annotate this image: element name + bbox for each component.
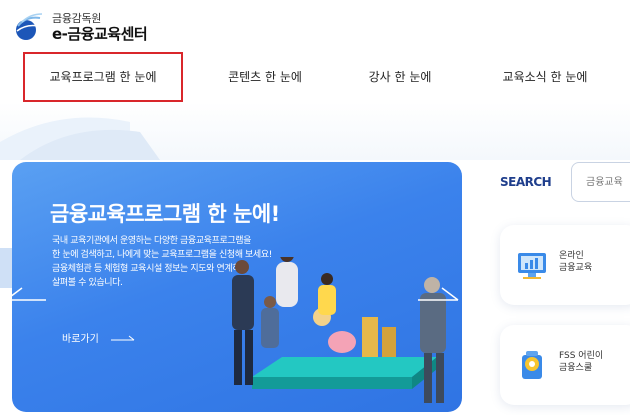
slider-next-icon[interactable] (416, 270, 462, 314)
hero-title: 금융교육프로그램 한 눈에! (50, 202, 280, 226)
fss-logo-icon (16, 13, 43, 40)
search-input[interactable] (586, 163, 630, 201)
card-online-education[interactable]: 온라인 금융교육 (500, 225, 630, 305)
nav-item-label: 교육프로그램 한 눈에 (49, 70, 157, 84)
monitor-chart-icon (518, 253, 546, 279)
nav-item-label: 콘텐츠 한 눈에 (228, 70, 302, 84)
hero-banner: 금융교육프로그램 한 눈에! 국내 교육기관에서 운영하는 다양한 금융교육프로… (12, 162, 462, 412)
card-label: 온라인 금융교육 (559, 250, 592, 274)
hero-desc-line: 국내 교육기관에서 운영하는 다양한 금융교육프로그램을 (52, 236, 251, 246)
go-to-label: 바로가기 (62, 334, 99, 345)
search-label: SEARCH (500, 175, 552, 189)
nav-item-news[interactable]: 교육소식 한 눈에 (480, 52, 610, 102)
main-nav: 교육프로그램 한 눈에 콘텐츠 한 눈에 강사 한 눈에 교육소식 한 눈에 (0, 52, 630, 102)
card-label: FSS 어린이 금융스쿨 (559, 350, 603, 374)
go-to-button[interactable]: 바로가기 (62, 330, 135, 345)
header: 금융감독원 e-금융교육센터 (0, 0, 630, 50)
wave-decoration (0, 117, 160, 160)
logo-title: e-금융교육센터 (52, 25, 148, 43)
logo[interactable]: 금융감독원 e-금융교육센터 (14, 8, 164, 44)
card-fss-kids-school[interactable]: FSS 어린이 금융스쿨 (500, 325, 630, 405)
card-label-line: 금융스쿨 (559, 363, 593, 373)
arrow-right-icon (110, 335, 135, 340)
slider-prev-icon[interactable] (2, 270, 48, 314)
decorative-band (0, 102, 630, 160)
nav-item-label: 교육소식 한 눈에 (502, 70, 588, 84)
card-label-line: FSS 어린이 (559, 351, 604, 361)
nav-item-instructors[interactable]: 강사 한 눈에 (340, 52, 460, 102)
search-box (571, 162, 630, 202)
card-label-line: 온라인 (559, 251, 584, 261)
nav-item-contents[interactable]: 콘텐츠 한 눈에 (200, 52, 330, 102)
nav-item-programs[interactable]: 교육프로그램 한 눈에 (23, 52, 183, 102)
card-label-line: 금융교육 (559, 263, 593, 273)
kids-school-icon (522, 351, 542, 379)
nav-item-label: 강사 한 눈에 (368, 70, 432, 84)
